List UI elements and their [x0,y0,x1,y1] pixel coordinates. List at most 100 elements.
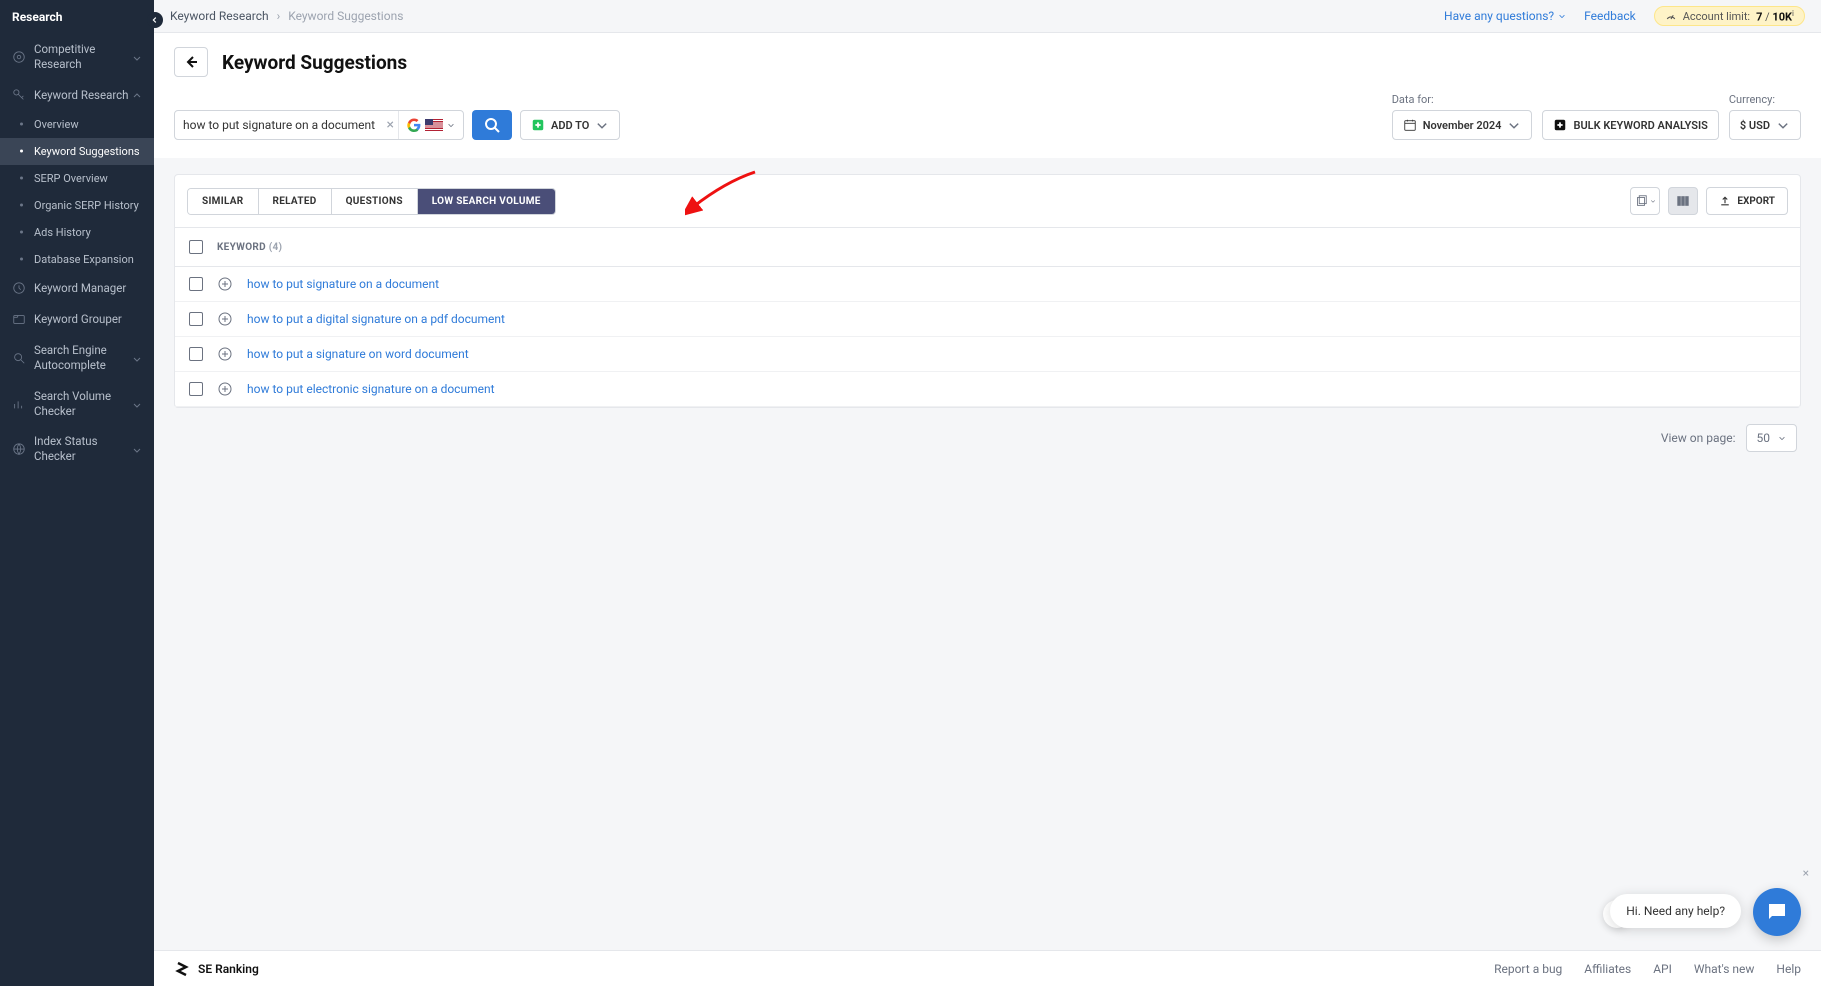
chevron-down-icon [1776,118,1790,132]
table-row: how to put signature on a document [175,267,1800,302]
footer-affiliates[interactable]: Affiliates [1584,962,1631,976]
plus-square-icon [1553,118,1567,132]
page-size-selector[interactable]: 50 [1746,424,1798,452]
keyword-search-box[interactable]: × [174,110,464,140]
questions-link[interactable]: Have any questions? [1444,9,1566,23]
chevron-down-icon [1507,118,1521,132]
clear-input-button[interactable]: × [383,117,398,133]
copy-button[interactable] [1630,187,1660,215]
back-button[interactable] [174,47,208,77]
th-keyword[interactable]: KEYWORD (4) [217,242,282,253]
breadcrumb-current: Keyword Suggestions [288,9,403,23]
add-icon [531,118,545,132]
add-keyword-button[interactable] [217,311,233,327]
chat-button[interactable] [1753,888,1801,936]
tab-similar[interactable]: SIMILAR [188,189,259,214]
chevron-down-icon [132,444,142,454]
nav-search-volume-checker[interactable]: Search Volume Checker [0,381,154,427]
table-row: how to put a digital signature on a pdf … [175,302,1800,337]
target-icon [12,50,26,64]
nav-competitive-research[interactable]: Competitive Research [0,34,154,80]
copy-icon [1634,194,1648,208]
upload-icon [1719,195,1731,207]
keyword-link[interactable]: how to put a digital signature on a pdf … [247,312,505,326]
search-engine-selector[interactable] [398,111,455,139]
chat-icon [1765,900,1789,924]
data-for-selector[interactable]: November 2024 [1392,110,1533,140]
currency-label: Currency: [1729,93,1801,106]
add-keyword-button[interactable] [217,381,233,397]
account-limit-badge[interactable]: Account limit: 7 / 10Ki [1654,6,1805,27]
row-checkbox[interactable] [189,347,203,361]
folder-icon [12,312,26,326]
add-keyword-button[interactable] [217,276,233,292]
keyword-link[interactable]: how to put electronic signature on a doc… [247,382,495,396]
nav-keyword-research[interactable]: Keyword Research [0,80,154,111]
sub-overview[interactable]: Overview [0,111,154,138]
results-panel: SIMILAR RELATED QUESTIONS LOW SEARCH VOL… [174,174,1801,408]
nav-keyword-grouper[interactable]: Keyword Grouper [0,304,154,335]
sub-serp-overview[interactable]: SERP Overview [0,165,154,192]
data-for-label: Data for: [1392,93,1533,106]
calendar-icon [1403,118,1417,132]
footer-brand[interactable]: SE Ranking [174,961,259,977]
arrow-annotation [685,167,765,217]
row-checkbox[interactable] [189,312,203,326]
footer-api[interactable]: API [1653,962,1672,976]
nav-index-status-checker[interactable]: Index Status Checker [0,426,154,472]
feedback-link[interactable]: Feedback [1584,9,1636,23]
footer-report-bug[interactable]: Report a bug [1494,962,1562,976]
chevron-right-icon: › [277,9,281,23]
add-to-button[interactable]: ADD TO [520,110,620,140]
main: Keyword Research › Keyword Suggestions H… [154,0,1821,986]
table-row: how to put electronic signature on a doc… [175,372,1800,407]
footer-whats-new[interactable]: What's new [1694,962,1755,976]
columns-icon [1676,194,1690,208]
sub-nav: Overview Keyword Suggestions SERP Overvi… [0,111,154,273]
nav-keyword-manager[interactable]: Keyword Manager [0,273,154,304]
columns-button[interactable] [1668,187,1698,215]
sub-organic-serp-history[interactable]: Organic SERP History [0,192,154,219]
search-icon [12,351,26,365]
keyword-input[interactable] [183,118,383,132]
table-row: how to put a signature on word document [175,337,1800,372]
keyword-link[interactable]: how to put a signature on word document [247,347,469,361]
sub-keyword-suggestions[interactable]: Keyword Suggestions [0,138,154,165]
view-on-page-label: View on page: [1661,431,1736,445]
pagination: View on page: 50 [174,408,1801,468]
currency-selector[interactable]: $ USD [1729,110,1801,140]
select-all-checkbox[interactable] [189,240,203,254]
chart-icon [12,397,26,411]
tab-related[interactable]: RELATED [259,189,332,214]
page-title: Keyword Suggestions [222,51,407,74]
chevron-down-icon [132,399,142,409]
search-button[interactable] [472,110,512,140]
clock-icon [12,281,26,295]
tabs: SIMILAR RELATED QUESTIONS LOW SEARCH VOL… [187,188,556,215]
help-popup: Hi. Need any help? [1610,894,1741,928]
row-checkbox[interactable] [189,382,203,396]
sidebar: Research Competitive Research Keyword Re… [0,0,154,986]
sidebar-collapse-button[interactable] [147,12,163,28]
export-button[interactable]: EXPORT [1706,187,1788,215]
chevron-down-icon [595,118,609,132]
chevron-down-icon [132,52,142,62]
breadcrumb-parent[interactable]: Keyword Research [170,9,269,23]
footer-help[interactable]: Help [1776,962,1801,976]
keyword-link[interactable]: how to put signature on a document [247,277,439,291]
tab-low-search-volume[interactable]: LOW SEARCH VOLUME [418,189,555,214]
search-icon [484,117,500,133]
chat-dismiss[interactable]: × [1803,866,1809,880]
sub-database-expansion[interactable]: Database Expansion [0,246,154,273]
add-keyword-button[interactable] [217,346,233,362]
nav-search-autocomplete[interactable]: Search Engine Autocomplete [0,335,154,381]
bulk-analysis-button[interactable]: BULK KEYWORD ANALYSIS [1542,110,1718,140]
tab-questions[interactable]: QUESTIONS [332,189,418,214]
content: SIMILAR RELATED QUESTIONS LOW SEARCH VOL… [154,158,1821,484]
row-checkbox[interactable] [189,277,203,291]
us-flag-icon [425,119,443,131]
globe-icon [12,442,26,456]
google-icon [407,118,421,132]
sub-ads-history[interactable]: Ads History [0,219,154,246]
chevron-down-icon [1558,12,1566,20]
